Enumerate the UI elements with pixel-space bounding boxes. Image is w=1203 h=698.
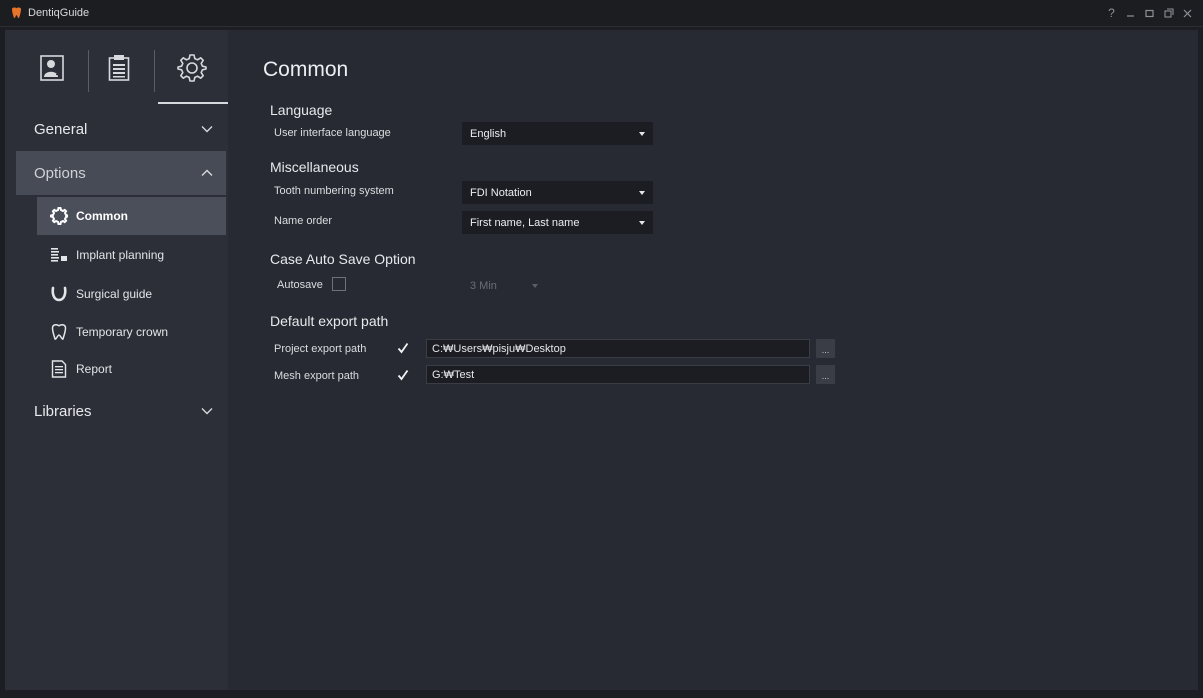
main-window: General Options Common Implant planning … xyxy=(5,30,1198,690)
language-heading: Language xyxy=(270,102,333,118)
settings-tab[interactable] xyxy=(170,46,214,90)
section-options-label: Options xyxy=(34,164,86,182)
nav-item-temporary-crown[interactable]: Temporary crown xyxy=(37,313,226,351)
section-libraries-label: Libraries xyxy=(34,402,92,420)
checkmark-icon xyxy=(397,342,409,354)
active-tab-indicator xyxy=(158,102,228,104)
autosave-interval-dropdown[interactable]: 3 Min xyxy=(462,274,546,297)
autosave-label: Autosave xyxy=(277,279,323,291)
ui-language-label: User interface language xyxy=(274,127,391,139)
chevron-down-icon xyxy=(201,408,213,415)
nav-item-common[interactable]: Common xyxy=(37,197,226,235)
nav-item-label: Common xyxy=(76,209,128,223)
project-export-browse-button[interactable]: ... xyxy=(816,339,835,358)
close-icon[interactable] xyxy=(1178,3,1197,23)
sidebar: General Options Common Implant planning … xyxy=(5,30,228,690)
settings-panel: Common Language User interface language … xyxy=(228,30,1198,690)
report-icon xyxy=(50,360,68,378)
dropdown-caret-icon xyxy=(639,220,645,225)
section-general-label: General xyxy=(34,120,88,138)
project-export-label: Project export path xyxy=(274,343,367,355)
ui-language-value: English xyxy=(470,127,507,140)
mesh-export-label: Mesh export path xyxy=(274,370,359,382)
page-title: Common xyxy=(263,58,349,81)
name-order-label: Name order xyxy=(274,215,333,227)
section-options[interactable]: Options xyxy=(16,151,226,195)
chevron-up-icon xyxy=(201,169,213,176)
nav-item-label: Surgical guide xyxy=(76,287,153,301)
nav-item-surgical-guide[interactable]: Surgical guide xyxy=(37,275,226,313)
minimize-icon[interactable] xyxy=(1121,3,1140,23)
patient-icon xyxy=(40,55,64,81)
ui-language-dropdown[interactable]: English xyxy=(462,122,653,145)
miscellaneous-heading: Miscellaneous xyxy=(270,159,359,175)
implant-planning-icon xyxy=(50,246,68,264)
section-general[interactable]: General xyxy=(16,107,226,151)
tooth-icon xyxy=(50,323,68,341)
name-order-dropdown[interactable]: First name, Last name xyxy=(462,211,653,234)
maximize-icon[interactable] xyxy=(1140,3,1159,23)
help-icon[interactable]: ? xyxy=(1102,3,1121,23)
tooth-numbering-dropdown[interactable]: FDI Notation xyxy=(462,181,653,204)
project-export-checkbox[interactable] xyxy=(396,341,410,355)
mesh-export-browse-button[interactable]: ... xyxy=(816,365,835,384)
tooth-numbering-value: FDI Notation xyxy=(470,186,532,199)
nav-item-label: Temporary crown xyxy=(76,325,169,339)
export-path-heading: Default export path xyxy=(270,313,389,329)
restore-icon[interactable] xyxy=(1159,3,1178,23)
surgical-guide-icon xyxy=(50,285,68,303)
window-controls: ? xyxy=(1102,0,1197,26)
dropdown-caret-icon xyxy=(639,190,645,195)
dropdown-caret-icon xyxy=(639,131,645,136)
mesh-export-checkbox[interactable] xyxy=(396,368,410,382)
project-export-path-input[interactable]: C:₩Users₩pisju₩Desktop xyxy=(426,339,810,358)
nav-item-label: Implant planning xyxy=(76,248,165,262)
name-order-value: First name, Last name xyxy=(470,216,580,229)
mesh-export-path-input[interactable]: G:₩Test xyxy=(426,365,810,384)
nav-item-report[interactable]: Report xyxy=(37,350,226,388)
section-libraries[interactable]: Libraries xyxy=(16,389,226,433)
case-list-icon xyxy=(108,55,130,81)
app-logo-icon xyxy=(12,7,21,19)
checkmark-icon xyxy=(397,369,409,381)
patient-tab[interactable] xyxy=(30,46,74,90)
tooth-numbering-label: Tooth numbering system xyxy=(274,185,394,197)
chevron-down-icon xyxy=(201,126,213,133)
sidebar-tabbar xyxy=(5,30,228,104)
dropdown-caret-icon xyxy=(532,283,538,288)
auto-save-heading: Case Auto Save Option xyxy=(270,251,416,267)
case-list-tab[interactable] xyxy=(97,46,141,90)
tab-separator xyxy=(154,50,155,92)
autosave-interval-value: 3 Min xyxy=(470,279,497,292)
app-title: DentiqGuide xyxy=(28,7,90,19)
autosave-checkbox[interactable] xyxy=(332,277,346,291)
tab-separator xyxy=(88,50,89,92)
title-bar: DentiqGuide ? xyxy=(0,0,1203,27)
gear-icon xyxy=(50,207,68,225)
settings-icon xyxy=(177,54,207,82)
nav-item-implant-planning[interactable]: Implant planning xyxy=(37,236,226,274)
nav-item-label: Report xyxy=(76,362,113,376)
